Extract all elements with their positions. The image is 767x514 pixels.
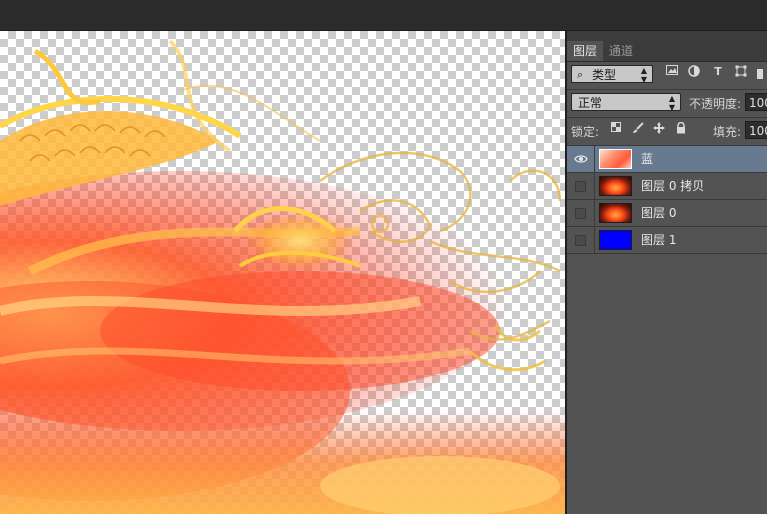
eye-icon [574, 155, 588, 163]
lock-row: 锁定: 填充: 100 [567, 119, 767, 143]
text-filter-icon[interactable]: T [711, 65, 725, 79]
fill-label: 填充: [713, 125, 742, 139]
image-filter-icon[interactable] [665, 65, 679, 79]
layer-row[interactable]: 图层 0 [567, 200, 767, 227]
visibility-toggle[interactable] [567, 146, 595, 173]
separator [567, 117, 767, 118]
visibility-box [575, 208, 586, 219]
lock-brush-icon[interactable] [631, 122, 645, 136]
chevron-updown-icon: ▲ ▼ [640, 66, 647, 84]
adjustment-filter-icon[interactable] [687, 65, 701, 79]
opacity-label: 不透明度: [689, 97, 742, 111]
separator [567, 89, 767, 90]
search-icon: ⌕ [577, 68, 584, 81]
smart-object-filter-icon[interactable] [757, 69, 763, 79]
lock-all-icon[interactable] [674, 121, 688, 136]
layer-thumbnail [599, 203, 632, 223]
layer-thumbnail [599, 149, 632, 169]
layer-thumbnail [599, 176, 632, 196]
visibility-box [575, 235, 586, 246]
visibility-toggle[interactable] [567, 173, 595, 200]
lock-label: 锁定: [571, 125, 600, 139]
layer-row[interactable]: 图层 0 拷贝 [567, 173, 767, 200]
visibility-box [575, 181, 586, 192]
fill-input[interactable]: 100 [745, 121, 767, 139]
chevron-updown-icon: ▲ ▼ [668, 94, 675, 112]
visibility-toggle[interactable] [567, 200, 595, 227]
fire-dragon-artwork [0, 39, 565, 514]
top-toolbar [0, 0, 767, 31]
layer-name: 图层 1 [641, 233, 677, 247]
tab-layers[interactable]: 图层 [567, 41, 604, 61]
opacity-input[interactable]: 100 [745, 93, 767, 111]
blend-mode-select[interactable]: 正常 ▲ ▼ [571, 93, 681, 112]
layer-filter-value: 类型 [592, 68, 617, 82]
layer-filter-select[interactable]: ⌕ 类型 ▲ ▼ [571, 65, 653, 84]
document-canvas[interactable] [0, 31, 565, 514]
layers-panel: 图层 通道 ⌕ 类型 ▲▼ T 正常 ▲▼ 不透明度: 100 锁定: [567, 31, 767, 514]
layer-name: 蓝 [641, 152, 654, 166]
lock-move-icon[interactable] [652, 122, 666, 136]
layer-thumbnail [599, 230, 632, 250]
blend-mode-value: 正常 [578, 96, 603, 110]
tab-channels[interactable]: 通道 [603, 41, 639, 61]
layer-name: 图层 0 拷贝 [641, 179, 705, 193]
visibility-toggle[interactable] [567, 227, 595, 254]
layer-name: 图层 0 [641, 206, 677, 220]
layer-row[interactable]: 蓝 [567, 146, 767, 173]
layer-filter-row: ⌕ 类型 ▲ ▼ T [567, 63, 767, 87]
layer-row[interactable]: 图层 1 [567, 227, 767, 254]
panel-tabs: 图层 通道 [567, 41, 767, 62]
shape-filter-icon[interactable] [734, 65, 748, 79]
lock-transparent-icon[interactable] [609, 122, 623, 136]
blend-row: 正常 ▲▼ 不透明度: 100 [567, 91, 767, 115]
